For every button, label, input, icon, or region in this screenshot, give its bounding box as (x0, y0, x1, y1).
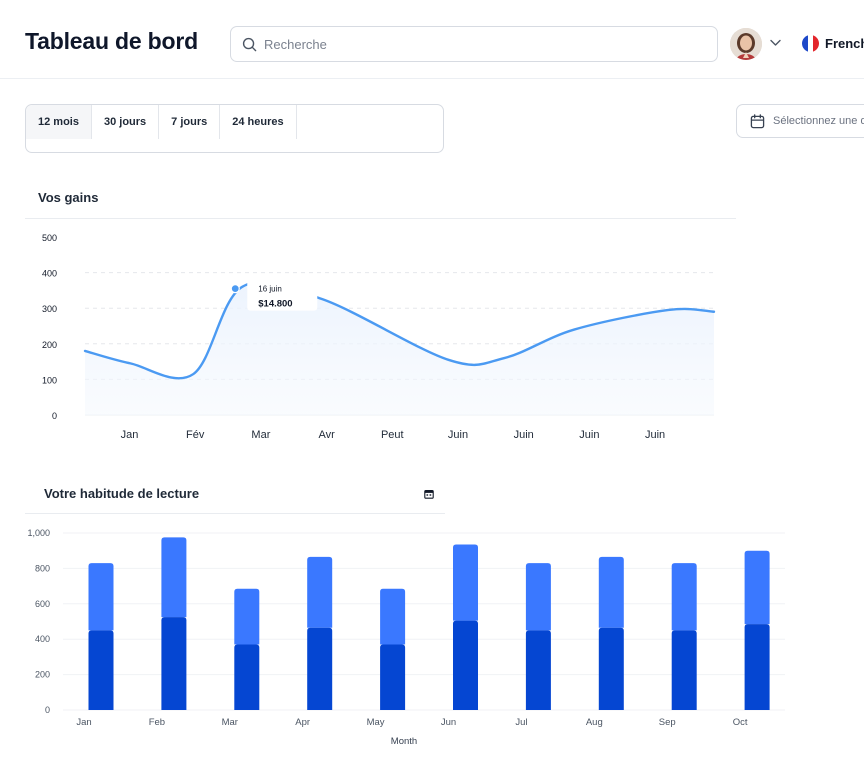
french-flag-icon (802, 35, 819, 52)
bar-lower[interactable] (671, 630, 697, 710)
bar-lower[interactable] (234, 644, 260, 710)
tooltip-date: 16 juin (258, 285, 282, 294)
bar-upper[interactable] (234, 588, 260, 645)
x-tick-label: Mar (251, 429, 270, 441)
reading-divider (25, 513, 445, 514)
x-axis-title: Month (391, 736, 417, 747)
x-tick-label: Juin (448, 429, 468, 441)
bar-lower[interactable] (380, 644, 406, 710)
bar-lower[interactable] (453, 620, 478, 710)
tab-12-mois[interactable]: 12 mois (26, 105, 92, 139)
x-tick-label: Jan (76, 717, 91, 728)
avatar-image (730, 28, 762, 60)
search-box[interactable] (230, 26, 718, 62)
x-tick-label: Oct (733, 717, 748, 728)
y-tick-label: 300 (42, 304, 57, 314)
bar-upper[interactable] (671, 563, 697, 631)
y-tick-label: 200 (42, 340, 57, 350)
reading-title: Votre habitude de lecture (44, 486, 200, 501)
bar-lower[interactable] (744, 624, 770, 710)
highlight-point[interactable] (230, 284, 240, 294)
chart-tooltip: 16 juin $14.800 (247, 276, 318, 311)
bar-upper[interactable] (161, 537, 187, 618)
earnings-area (85, 281, 714, 415)
y-tick-label: 800 (35, 563, 50, 573)
tab-30-jours[interactable]: 30 jours (92, 105, 160, 139)
calendar-icon[interactable] (424, 489, 434, 499)
y-tick-label: 600 (35, 599, 50, 609)
x-tick-label: Feb (149, 717, 165, 728)
x-tick-label: Juin (514, 429, 534, 441)
x-tick-label: Fév (186, 429, 205, 441)
bar-upper[interactable] (307, 556, 333, 628)
language-selector[interactable]: French (802, 35, 864, 52)
x-tick-label: Juin (579, 429, 599, 441)
x-tick-label: Juin (645, 429, 665, 441)
bar-upper[interactable] (744, 550, 770, 625)
x-tick-label: Aug (586, 717, 603, 728)
tooltip-value: $14.800 (258, 299, 292, 310)
earnings-chart: 0 100 200 300 400 500 Jan Fév Mar Avr Peut Juin Juin… (42, 233, 716, 441)
chevron-down-icon[interactable] (770, 39, 781, 47)
tab-24-heures[interactable]: 24 heures (220, 105, 297, 139)
y-tick-label: 0 (52, 411, 57, 421)
language-label: French (825, 36, 864, 51)
bar-lower[interactable] (525, 630, 551, 710)
x-tick-label: Avr (318, 429, 335, 441)
x-tick-label: May (367, 717, 385, 728)
y-tick-label: 100 (42, 375, 57, 385)
avatar[interactable] (730, 28, 762, 60)
x-tick-label: Jan (121, 429, 139, 441)
x-tick-label: Peut (381, 429, 404, 441)
bar-upper[interactable] (453, 544, 478, 621)
x-tick-label: Jun (441, 717, 456, 728)
tab-7-jours[interactable]: 7 jours (159, 105, 221, 139)
search-input[interactable] (264, 36, 684, 52)
x-tick-label: Sep (659, 717, 676, 728)
bar-upper[interactable] (525, 563, 551, 631)
calendar-icon (750, 113, 765, 128)
date-picker[interactable]: Sélectionnez une d (736, 104, 864, 138)
bar-lower[interactable] (598, 627, 624, 710)
bar-lower[interactable] (88, 630, 114, 710)
y-tick-label: 400 (35, 634, 50, 644)
x-tick-label: Jul (515, 717, 527, 728)
bar-upper[interactable] (598, 556, 624, 628)
y-tick-label: 0 (45, 705, 50, 715)
bar-lower[interactable] (307, 627, 333, 710)
bar-upper[interactable] (88, 563, 114, 631)
x-tick-label: Apr (295, 717, 310, 728)
page-title: Tableau de bord (25, 28, 198, 54)
y-tick-label: 1,000 (27, 528, 50, 538)
reading-chart: 0 200 400 600 800 1,000 Jan Feb Mar Apr May Jun Jul A… (27, 528, 785, 747)
y-tick-label: 400 (42, 269, 57, 279)
earnings-divider (25, 218, 736, 219)
top-bar: Tableau de bord French (0, 0, 864, 79)
earnings-title: Vos gains (38, 190, 99, 205)
y-tick-label: 200 (35, 670, 50, 680)
x-tick-label: Mar (222, 717, 238, 728)
search-icon (242, 37, 257, 51)
date-picker-label: Sélectionnez une d (773, 115, 864, 127)
bar-upper[interactable] (380, 588, 406, 645)
y-tick-label: 500 (42, 233, 57, 243)
period-tabs: 12 mois 30 jours 7 jours 24 heures (25, 104, 444, 153)
bar-lower[interactable] (161, 617, 187, 710)
